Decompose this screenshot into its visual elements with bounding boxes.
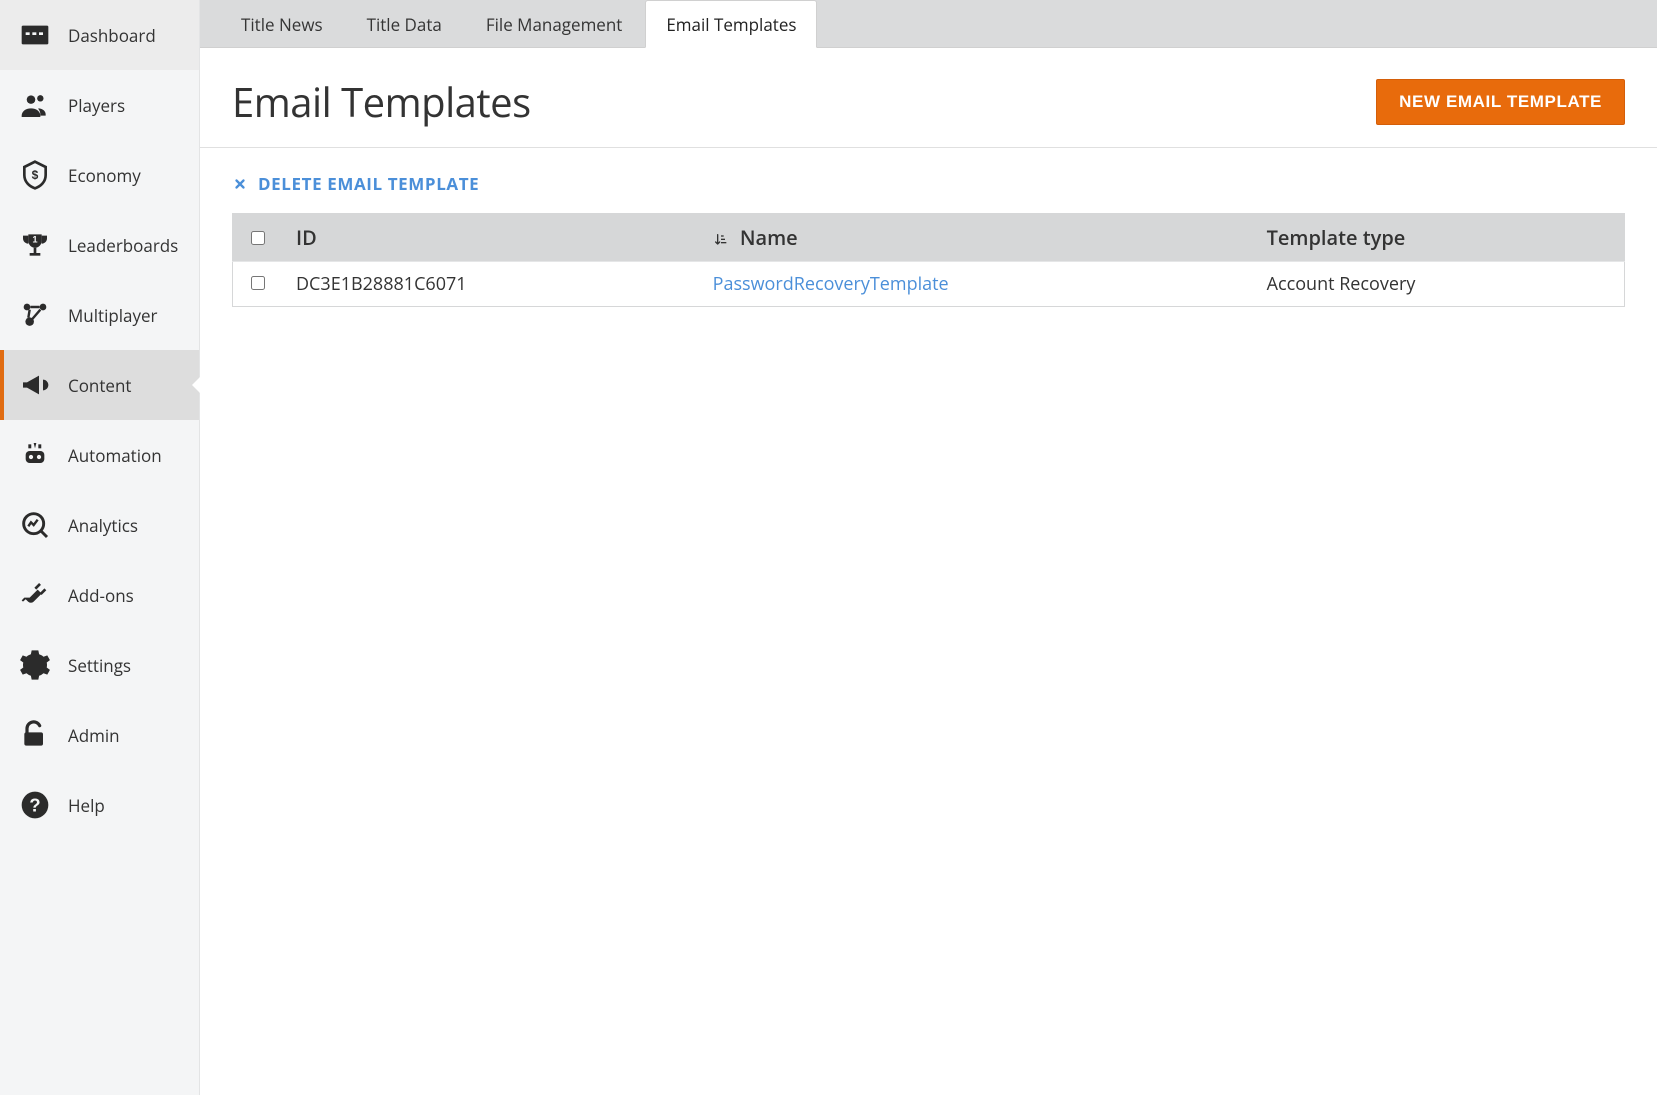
tab-label: Title Data	[367, 13, 442, 36]
sidebar-item-label: Add-ons	[68, 584, 134, 607]
analytics-icon	[16, 506, 54, 544]
sidebar-item-settings[interactable]: Settings	[0, 630, 199, 700]
sidebar-item-multiplayer[interactable]: Multiplayer	[0, 280, 199, 350]
sidebar-item-content[interactable]: Content	[0, 350, 199, 420]
column-checkbox	[233, 214, 283, 262]
sidebar-item-addons[interactable]: Add-ons	[0, 560, 199, 630]
tab-label: File Management	[486, 13, 622, 36]
new-email-template-button[interactable]: NEW EMAIL TEMPLATE	[1376, 79, 1625, 125]
lock-open-icon	[16, 716, 54, 754]
row-type: Account Recovery	[1253, 262, 1625, 307]
column-name[interactable]: Name	[699, 214, 1253, 262]
column-id[interactable]: ID	[282, 214, 699, 262]
tabbar: Title News Title Data File Management Em…	[200, 0, 1657, 48]
sidebar-item-label: Leaderboards	[68, 234, 178, 257]
sidebar-item-label: Content	[68, 374, 131, 397]
sidebar-item-analytics[interactable]: Analytics	[0, 490, 199, 560]
sort-asc-icon	[713, 232, 729, 248]
sidebar-item-economy[interactable]: $ Economy	[0, 140, 199, 210]
sidebar-item-label: Dashboard	[68, 24, 156, 47]
tab-label: Title News	[241, 13, 323, 36]
column-template-type[interactable]: Template type	[1253, 214, 1625, 262]
sidebar-item-label: Settings	[68, 654, 131, 677]
column-label: ID	[296, 224, 317, 251]
sidebar-item-label: Automation	[68, 444, 162, 467]
content: Email Templates NEW EMAIL TEMPLATE DELET…	[200, 48, 1657, 1095]
row-checkbox[interactable]	[251, 276, 265, 290]
svg-text:?: ?	[29, 795, 40, 816]
select-all-checkbox[interactable]	[251, 231, 265, 245]
table-row: DC3E1B28881C6071 PasswordRecoveryTemplat…	[233, 262, 1625, 307]
help-icon: ?	[16, 786, 54, 824]
row-checkbox-cell	[233, 262, 283, 307]
page-title: Email Templates	[232, 74, 531, 129]
column-label: Name	[740, 224, 798, 251]
sidebar-item-automation[interactable]: Automation	[0, 420, 199, 490]
megaphone-icon	[16, 366, 54, 404]
multiplayer-icon	[16, 296, 54, 334]
sidebar-item-help[interactable]: ? Help	[0, 770, 199, 840]
trophy-icon: 1	[16, 226, 54, 264]
close-icon	[232, 176, 248, 192]
sidebar-item-label: Economy	[68, 164, 141, 187]
tab-title-data[interactable]: Title Data	[346, 0, 463, 47]
gear-icon	[16, 646, 54, 684]
sidebar-item-label: Help	[68, 794, 105, 817]
sidebar-item-label: Players	[68, 94, 125, 117]
svg-text:1: 1	[32, 234, 37, 244]
tab-label: Email Templates	[666, 13, 796, 36]
sidebar-item-dashboard[interactable]: Dashboard	[0, 0, 199, 70]
template-name-link[interactable]: PasswordRecoveryTemplate	[713, 272, 949, 296]
plug-icon	[16, 576, 54, 614]
sidebar-item-players[interactable]: Players	[0, 70, 199, 140]
delete-action-label: DELETE EMAIL TEMPLATE	[258, 172, 479, 195]
sidebar-item-label: Multiplayer	[68, 304, 158, 327]
sidebar-item-admin[interactable]: Admin	[0, 700, 199, 770]
email-templates-table: ID Name Template type DC3E1B28881C6071	[232, 213, 1625, 307]
economy-icon: $	[16, 156, 54, 194]
divider	[200, 147, 1657, 148]
sidebar-item-label: Admin	[68, 724, 120, 747]
sidebar: Dashboard Players $ Economy 1 Leaderboar…	[0, 0, 200, 1095]
players-icon	[16, 86, 54, 124]
sidebar-item-label: Analytics	[68, 514, 138, 537]
tab-title-news[interactable]: Title News	[220, 0, 344, 47]
tab-file-management[interactable]: File Management	[465, 0, 643, 47]
row-id: DC3E1B28881C6071	[282, 262, 699, 307]
sidebar-item-leaderboards[interactable]: 1 Leaderboards	[0, 210, 199, 280]
dashboard-icon	[16, 16, 54, 54]
table-header-row: ID Name Template type	[233, 214, 1625, 262]
header-row: Email Templates NEW EMAIL TEMPLATE	[232, 74, 1625, 129]
tab-email-templates[interactable]: Email Templates	[645, 0, 817, 48]
main: Title News Title Data File Management Em…	[200, 0, 1657, 1095]
robot-icon	[16, 436, 54, 474]
delete-email-template-action[interactable]: DELETE EMAIL TEMPLATE	[232, 172, 479, 195]
svg-text:$: $	[32, 168, 39, 182]
column-label: Template type	[1267, 224, 1406, 251]
row-name-cell: PasswordRecoveryTemplate	[699, 262, 1253, 307]
